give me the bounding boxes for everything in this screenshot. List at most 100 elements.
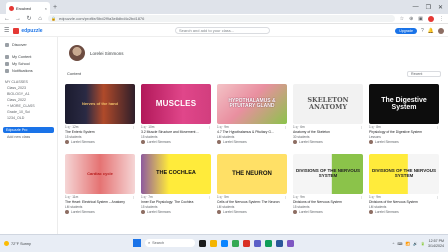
card-title[interactable]: The Heart: Electrical System – Anatomy: [65, 200, 135, 204]
author-avatar: [141, 140, 145, 144]
card-menu-icon[interactable]: ⋮: [436, 195, 439, 199]
video-thumbnail[interactable]: DIVISIONS OF THE NERVOUS SYSTEM: [369, 154, 439, 194]
system-tray: ^ ⌨ 📶 🔊 🔋 12:57 PM 3/14/2024: [393, 239, 444, 247]
card-menu-icon[interactable]: ⋮: [436, 125, 439, 129]
new-tab-button[interactable]: +: [53, 4, 57, 11]
card-menu-icon[interactable]: ⋮: [284, 125, 287, 129]
forward-button[interactable]: →: [15, 16, 21, 22]
video-thumbnail[interactable]: HYPOTHALAMUS & PITUITARY GLAND: [217, 84, 287, 124]
browser-menu-icon[interactable]: ⋮: [439, 16, 444, 22]
video-card[interactable]: SKELETON ANATOMY 1 q · 6m ⋮ Anatomy of th…: [293, 84, 363, 148]
file-explorer-icon[interactable]: [210, 239, 217, 247]
sort-dropdown[interactable]: Recent: [407, 70, 441, 77]
video-thumbnail[interactable]: THE NEURON: [217, 154, 287, 194]
taskbar-center: ⌕ Search: [133, 239, 294, 247]
back-button[interactable]: ←: [4, 16, 10, 22]
teams-icon[interactable]: [254, 239, 261, 247]
reload-button[interactable]: ↻: [26, 15, 32, 22]
extension-icon[interactable]: ⊕: [409, 16, 413, 22]
compass-icon: [5, 42, 9, 47]
minimize-button[interactable]: —: [413, 4, 419, 11]
sidebar-item-discover[interactable]: Discover: [3, 41, 54, 48]
address-bar[interactable]: 🔒 edpuzzle.com/profile/5bd2f9a3e8dbd4c2b…: [48, 15, 395, 22]
sidebar-item-label: My Content: [12, 54, 32, 59]
card-menu-icon[interactable]: ⋮: [132, 125, 135, 129]
video-card[interactable]: The Digestive System 1 q · 8m ⋮ Physiolog…: [369, 84, 439, 148]
maximize-button[interactable]: ❐: [426, 4, 431, 11]
sidepanel-icon[interactable]: ▣: [418, 16, 423, 22]
video-thumbnail[interactable]: MUSCLES: [141, 84, 211, 124]
video-card[interactable]: Cardiac cycle 1 q · 11m ⋮ The Heart: Elec…: [65, 154, 135, 218]
card-title[interactable]: Physiology of the Digestive System: [369, 130, 439, 134]
card-menu-icon[interactable]: ⋮: [208, 125, 211, 129]
user-avatar[interactable]: [438, 27, 444, 34]
video-thumbnail[interactable]: Cardiac cycle: [65, 154, 135, 194]
tab-close-icon[interactable]: ×: [45, 6, 47, 11]
excel-icon[interactable]: [265, 239, 272, 247]
task-view-icon[interactable]: [199, 239, 206, 247]
chevron-up-icon[interactable]: ^: [393, 242, 395, 246]
word-icon[interactable]: [276, 239, 283, 247]
video-thumbnail[interactable]: DIVISIONS OF THE NERVOUS SYSTEM: [293, 154, 363, 194]
video-card[interactable]: Nerves of the hand 1 q · 12m ⋮ The Enteri…: [65, 84, 135, 148]
edge-icon[interactable]: [221, 239, 228, 247]
card-menu-icon[interactable]: ⋮: [360, 125, 363, 129]
card-menu-icon[interactable]: ⋮: [284, 195, 287, 199]
author-name: Lorelei Simmons: [71, 210, 95, 214]
card-title[interactable]: The Enteric System: [65, 130, 135, 134]
onenote-icon[interactable]: [287, 239, 294, 247]
card-title[interactable]: 4.7 The Hypothalamus & Pituitary G...: [217, 130, 287, 134]
upgrade-button[interactable]: Upgrade: [395, 27, 417, 34]
card-menu-icon[interactable]: ⋮: [360, 195, 363, 199]
section-title: Content: [67, 71, 82, 76]
folder-icon: [5, 54, 9, 59]
weather-widget[interactable]: 72°F Sunny: [4, 241, 44, 246]
video-card[interactable]: THE COCHLEA 1 q · 7m ⋮ Inner Ear Physiolo…: [141, 154, 211, 218]
video-thumbnail[interactable]: THE COCHLEA: [141, 154, 211, 194]
video-thumbnail[interactable]: Nerves of the hand: [65, 84, 135, 124]
video-thumbnail[interactable]: SKELETON ANATOMY: [293, 84, 363, 124]
brand-logo[interactable]: edpuzzle: [13, 27, 43, 34]
menu-icon[interactable]: ☰: [4, 27, 9, 34]
card-title[interactable]: Divisions of the Nervous System: [369, 200, 439, 204]
sidebar-item-my-content[interactable]: My Content: [3, 53, 54, 60]
video-card[interactable]: DIVISIONS OF THE NERVOUS SYSTEM 1 q · 9m…: [293, 154, 363, 218]
card-title[interactable]: Anatomy of the Skeleton: [293, 130, 363, 134]
card-meta-left: 1 q · 7m: [141, 195, 153, 199]
sidebar-item-notifications[interactable]: Notifications: [3, 67, 54, 74]
clock[interactable]: 12:57 PM 3/14/2024: [428, 239, 444, 247]
card-title[interactable]: Cells of the Nervous System: The Neuron: [217, 200, 287, 204]
card-author: Lorelei Simmons: [65, 140, 135, 144]
help-icon[interactable]: ?: [421, 28, 424, 34]
video-card[interactable]: THE NEURON 1 q · 5m ⋮ Cells of the Nervou…: [217, 154, 287, 218]
browser-profile-icon[interactable]: [428, 15, 434, 22]
card-title[interactable]: 3.2 Muscle Structure and Movement ...: [141, 130, 211, 134]
search-input[interactable]: Search and add to your class...: [175, 27, 270, 34]
author-name: Lorelei Simmons: [223, 140, 247, 144]
windows-start-icon[interactable]: [133, 239, 141, 247]
app-icon[interactable]: [243, 239, 250, 247]
close-window-button[interactable]: ✕: [438, 4, 443, 11]
card-title[interactable]: Divisions of the Nervous System: [293, 200, 363, 204]
chrome-icon[interactable]: [232, 239, 239, 247]
card-desc: 15 students: [293, 205, 310, 209]
video-card[interactable]: MUSCLES 1 q · 10m ⋮ 3.2 Muscle Structure …: [141, 84, 211, 148]
card-menu-icon[interactable]: ⋮: [208, 195, 211, 199]
video-card[interactable]: HYPOTHALAMUS & PITUITARY GLAND 1 q · 9m ⋮…: [217, 84, 287, 148]
add-class-link[interactable]: Add new class: [3, 134, 54, 140]
video-card[interactable]: DIVISIONS OF THE NERVOUS SYSTEM 1 q · 9m…: [369, 154, 439, 218]
bookmark-star-icon[interactable]: ☆: [400, 16, 404, 22]
sidebar-item-active[interactable]: Edpuzzle Pro: [3, 127, 54, 133]
sidebar-item-my-school[interactable]: My School: [3, 60, 54, 67]
home-button[interactable]: ⌂: [37, 16, 43, 22]
battery-icon[interactable]: 🔋: [421, 242, 425, 246]
card-title[interactable]: Inner Ear Physiology: The Cochlea: [141, 200, 211, 204]
keyboard-icon[interactable]: ⌨: [397, 242, 402, 246]
taskbar-search[interactable]: ⌕ Search: [145, 239, 195, 247]
wifi-icon[interactable]: 📶: [406, 242, 410, 246]
card-menu-icon[interactable]: ⋮: [132, 195, 135, 199]
notification-icon[interactable]: 🔔: [428, 28, 434, 34]
browser-tab[interactable]: Ercubed ×: [6, 2, 50, 14]
video-thumbnail[interactable]: The Digestive System: [369, 84, 439, 124]
volume-icon[interactable]: 🔊: [413, 242, 417, 246]
